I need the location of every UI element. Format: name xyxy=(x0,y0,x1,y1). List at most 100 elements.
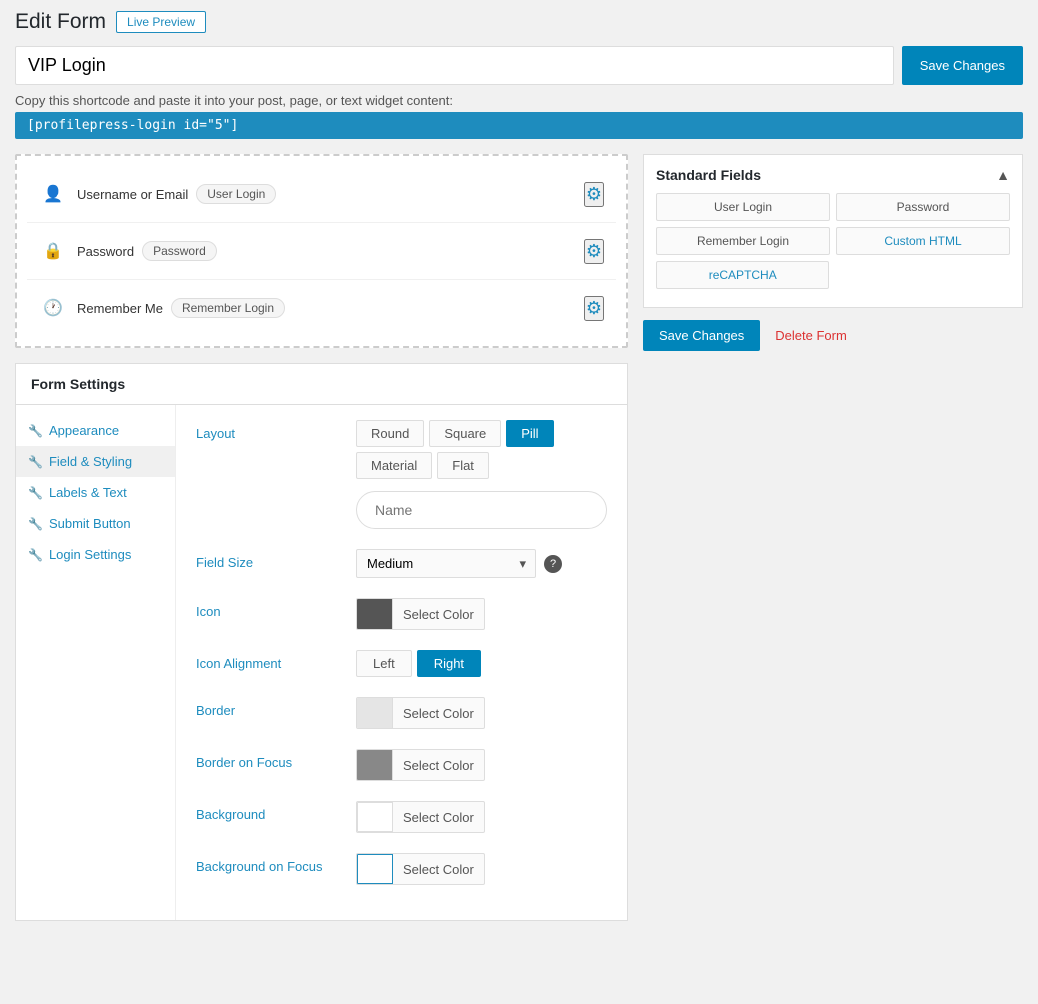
form-settings-panel: Form Settings 🔧 Appearance 🔧 Field & Sty… xyxy=(15,363,628,921)
field-chip-password[interactable]: Password xyxy=(836,193,1010,221)
field-settings-button-1[interactable]: ⚙ xyxy=(584,182,604,207)
help-icon: ? xyxy=(544,555,562,573)
icon-control: Select Color xyxy=(356,598,607,630)
field-chip-customhtml[interactable]: Custom HTML xyxy=(836,227,1010,255)
background-color-label: Select Color xyxy=(393,810,484,825)
left-column: 👤 Username or Email User Login ⚙ 🔒 Passw… xyxy=(15,154,628,921)
border-focus-label: Border on Focus xyxy=(196,749,356,770)
action-row: Save Changes Delete Form xyxy=(643,320,1023,351)
form-name-row: Save Changes xyxy=(15,46,1023,85)
field-tag-userlogin: User Login xyxy=(196,184,276,204)
field-tag-password: Password xyxy=(142,241,217,261)
field-label-password: Password xyxy=(77,244,134,259)
field-size-select-wrapper: Small Medium Large xyxy=(356,549,536,578)
delete-form-link[interactable]: Delete Form xyxy=(775,328,847,343)
icon-label: Icon xyxy=(196,598,356,619)
right-column: Standard Fields ▲ User Login Password Re… xyxy=(643,154,1023,921)
icon-alignment-label: Icon Alignment xyxy=(196,650,356,671)
panel-collapse-button[interactable]: ▲ xyxy=(996,167,1010,183)
sidebar-item-label-labels: Labels & Text xyxy=(49,485,127,500)
layout-btn-round[interactable]: Round xyxy=(356,420,424,447)
form-settings-body: 🔧 Appearance 🔧 Field & Styling 🔧 Labels … xyxy=(16,405,627,920)
field-label-remember: Remember Me xyxy=(77,301,163,316)
icon-color-button[interactable]: Select Color xyxy=(356,598,485,630)
settings-content: Layout Round Square Pill Material Flat xyxy=(176,405,627,920)
standard-fields-panel: Standard Fields ▲ User Login Password Re… xyxy=(643,154,1023,308)
border-row: Border Select Color xyxy=(196,697,607,729)
field-size-label: Field Size xyxy=(196,549,356,570)
align-btn-left[interactable]: Left xyxy=(356,650,412,677)
layout-btn-pill[interactable]: Pill xyxy=(506,420,553,447)
field-chip-remember[interactable]: Remember Login xyxy=(656,227,830,255)
background-focus-color-swatch xyxy=(357,854,393,884)
table-row: 👤 Username or Email User Login ⚙ xyxy=(27,166,616,223)
shortcode-box[interactable]: [profilepress-login id="5"] xyxy=(15,112,1023,139)
standard-fields-title: Standard Fields xyxy=(656,167,761,183)
sidebar-item-appearance[interactable]: 🔧 Appearance xyxy=(16,415,175,446)
sidebar-item-label-submit: Submit Button xyxy=(49,516,131,531)
layout-buttons: Round Square Pill Material Flat xyxy=(356,420,607,479)
lock-icon: 🔒 xyxy=(39,237,67,265)
border-focus-control: Select Color xyxy=(356,749,607,781)
background-color-button[interactable]: Select Color xyxy=(356,801,485,833)
border-control: Select Color xyxy=(356,697,607,729)
page-wrapper: Edit Form Live Preview Save Changes Copy… xyxy=(0,0,1038,931)
sidebar-item-login[interactable]: 🔧 Login Settings xyxy=(16,539,175,570)
background-control: Select Color xyxy=(356,801,607,833)
wrench-icon-login: 🔧 xyxy=(28,548,43,562)
save-changes-button[interactable]: Save Changes xyxy=(643,320,760,351)
field-tag-remember: Remember Login xyxy=(171,298,285,318)
border-focus-color-swatch xyxy=(357,750,393,780)
layout-btn-flat[interactable]: Flat xyxy=(437,452,489,479)
form-settings-header: Form Settings xyxy=(16,364,627,405)
single-fields-row: reCAPTCHA xyxy=(656,261,1010,295)
form-name-input[interactable] xyxy=(15,46,894,85)
page-title: Edit Form xyxy=(15,10,106,34)
icon-row: Icon Select Color xyxy=(196,598,607,630)
wrench-icon-labels: 🔧 xyxy=(28,486,43,500)
save-changes-top-button[interactable]: Save Changes xyxy=(902,46,1023,85)
align-buttons: Left Right xyxy=(356,650,607,677)
background-focus-color-button[interactable]: Select Color xyxy=(356,853,485,885)
icon-color-swatch xyxy=(357,599,393,629)
sidebar-item-labels[interactable]: 🔧 Labels & Text xyxy=(16,477,175,508)
field-chip-userlogin[interactable]: User Login xyxy=(656,193,830,221)
clock-icon: 🕐 xyxy=(39,294,67,322)
layout-btn-material[interactable]: Material xyxy=(356,452,432,479)
border-color-button[interactable]: Select Color xyxy=(356,697,485,729)
layout-control: Round Square Pill Material Flat xyxy=(356,420,607,529)
field-size-row: Field Size Small Medium Large ? xyxy=(196,549,607,578)
background-focus-control: Select Color xyxy=(356,853,607,885)
pill-preview-input xyxy=(356,491,607,529)
border-focus-row: Border on Focus Select Color xyxy=(196,749,607,781)
layout-label: Layout xyxy=(196,420,356,441)
background-focus-row: Background on Focus Select Color xyxy=(196,853,607,885)
background-row: Background Select Color xyxy=(196,801,607,833)
background-focus-label: Background on Focus xyxy=(196,853,356,874)
field-size-select[interactable]: Small Medium Large xyxy=(356,549,536,578)
layout-btn-square[interactable]: Square xyxy=(429,420,501,447)
field-size-control: Small Medium Large ? xyxy=(356,549,607,578)
field-chip-recaptcha[interactable]: reCAPTCHA xyxy=(656,261,829,289)
standard-fields-header: Standard Fields ▲ xyxy=(656,167,1010,183)
border-label: Border xyxy=(196,697,356,718)
sidebar-item-label-appearance: Appearance xyxy=(49,423,119,438)
wrench-icon-submit: 🔧 xyxy=(28,517,43,531)
form-builder: 👤 Username or Email User Login ⚙ 🔒 Passw… xyxy=(15,154,628,348)
sidebar-item-field-styling[interactable]: 🔧 Field & Styling xyxy=(16,446,175,477)
settings-nav: 🔧 Appearance 🔧 Field & Styling 🔧 Labels … xyxy=(16,405,176,920)
live-preview-button[interactable]: Live Preview xyxy=(116,11,206,33)
sidebar-item-label-field: Field & Styling xyxy=(49,454,132,469)
field-settings-button-3[interactable]: ⚙ xyxy=(584,296,604,321)
page-header: Edit Form Live Preview xyxy=(15,10,1023,34)
background-label: Background xyxy=(196,801,356,822)
sidebar-item-submit[interactable]: 🔧 Submit Button xyxy=(16,508,175,539)
field-settings-button-2[interactable]: ⚙ xyxy=(584,239,604,264)
icon-alignment-row: Icon Alignment Left Right xyxy=(196,650,607,677)
background-color-swatch xyxy=(357,802,393,832)
border-focus-color-button[interactable]: Select Color xyxy=(356,749,485,781)
wrench-icon-appearance: 🔧 xyxy=(28,424,43,438)
icon-color-label: Select Color xyxy=(393,607,484,622)
align-btn-right[interactable]: Right xyxy=(417,650,481,677)
border-color-swatch xyxy=(357,698,393,728)
